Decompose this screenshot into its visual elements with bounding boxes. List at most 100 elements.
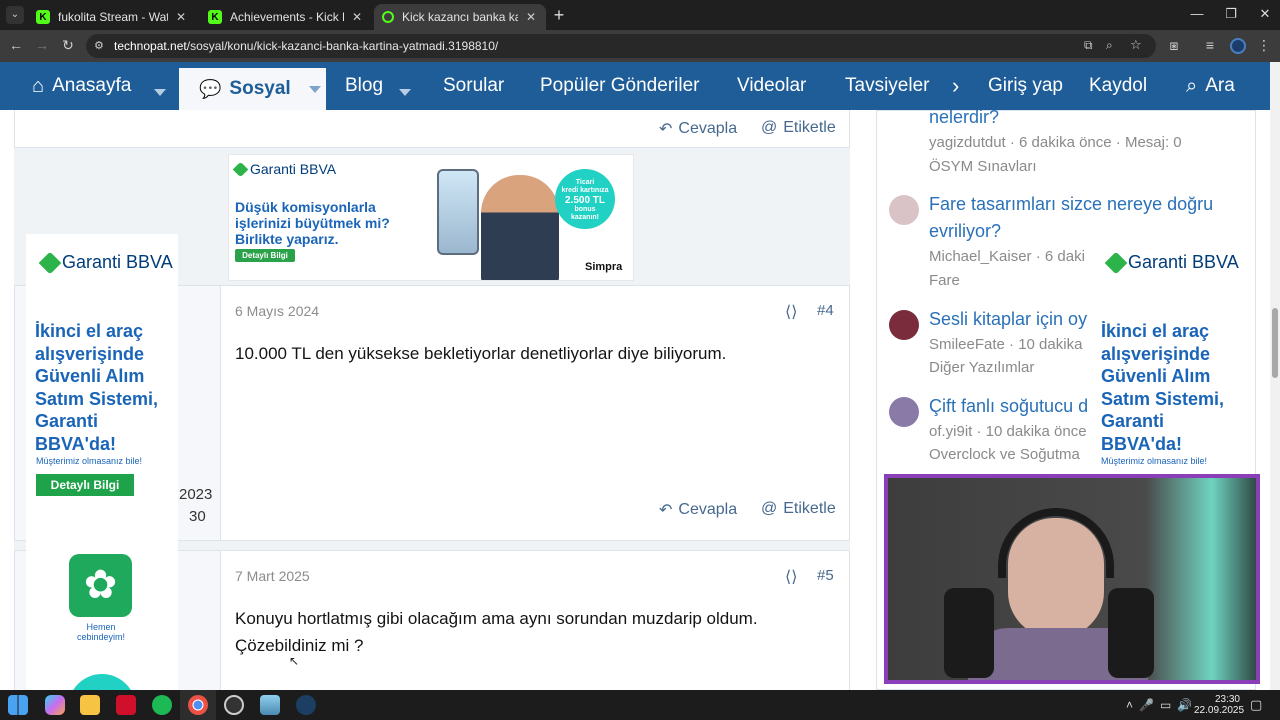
- obs-icon[interactable]: [224, 695, 244, 715]
- share-icon[interactable]: ⟨⟩: [785, 302, 797, 322]
- browser-tab[interactable]: K Achievements - Kick Dashboard ✕: [200, 4, 372, 30]
- nav-popular[interactable]: Popüler Gönderiler: [540, 62, 699, 110]
- close-tab-icon[interactable]: ✕: [174, 10, 188, 24]
- copilot-icon[interactable]: [45, 695, 65, 715]
- nav-social[interactable]: 💬 Sosyal: [179, 68, 326, 110]
- reload-icon[interactable]: ↻: [58, 37, 78, 54]
- back-icon[interactable]: ←: [6, 37, 26, 53]
- avatar[interactable]: [889, 310, 919, 340]
- bbva-leaf-icon: [232, 161, 249, 177]
- url-path: /sosyal/konu/kick-kazanci-banka-kartina-…: [186, 39, 499, 53]
- page-scrollbar[interactable]: [1270, 62, 1280, 690]
- user-joined-year: 2023: [179, 486, 213, 503]
- file-explorer-icon[interactable]: [80, 695, 100, 715]
- browser-toolbar: ← → ↻ ⚙ technopat.net/sosyal/konu/kick-k…: [0, 30, 1280, 62]
- clock-time: 23:30: [1214, 694, 1240, 705]
- bookmark-star-icon[interactable]: ☆: [1130, 37, 1142, 53]
- person-image: [481, 175, 559, 280]
- clock[interactable]: 23:30 22.09.2025: [1194, 694, 1244, 716]
- profile-avatar[interactable]: [1230, 38, 1246, 54]
- app-icon[interactable]: [260, 695, 280, 715]
- sidebar-thread-meta: yagizdutdut · 6 dakika önce · Mesaj: 0: [929, 134, 1182, 151]
- left-ad-cta-button[interactable]: Detaylı Bilgi: [36, 474, 134, 496]
- chair: [1108, 588, 1154, 678]
- zoom-icon[interactable]: ⌕: [1106, 38, 1113, 53]
- browser-tab[interactable]: K fukolita Stream - Watch Live on ✕: [28, 4, 196, 30]
- close-tab-icon[interactable]: ✕: [350, 10, 364, 24]
- tab-search-button[interactable]: ⌄: [6, 6, 24, 24]
- search-icon: ⌕: [1186, 74, 1198, 97]
- nav-home[interactable]: ⌂ Anasayfa: [32, 62, 131, 110]
- chevron-down-icon[interactable]: [154, 89, 166, 96]
- install-icon[interactable]: ⧉: [1084, 38, 1093, 53]
- sidebar-thread-title[interactable]: Sesli kitaplar için oy: [929, 306, 1087, 333]
- system-tray-icons[interactable]: ˄🎤▭🔊: [1126, 698, 1198, 712]
- chevron-down-icon[interactable]: [308, 85, 321, 93]
- maximize-icon[interactable]: ❐: [1216, 6, 1246, 22]
- sidebar-thread-title[interactable]: nelerdir?: [929, 110, 999, 131]
- sidebar-thread-title[interactable]: Fare tasarımları sizce nereye doğru evri…: [929, 191, 1213, 245]
- right-ad[interactable]: Garanti BBVA İkinci el araç alışverişind…: [1094, 242, 1246, 470]
- share-icon[interactable]: ⟨⟩: [785, 567, 797, 587]
- minimize-icon[interactable]: —: [1182, 6, 1212, 21]
- chevron-down-icon[interactable]: [399, 89, 411, 96]
- left-ad-headline: İkinci el araç alışverişinde Güvenli Alı…: [35, 321, 159, 454]
- address-bar[interactable]: ⚙ technopat.net/sosyal/konu/kick-kazanci…: [86, 34, 1156, 58]
- sidebar-thread-meta: of.yi9it · 10 dakika önce: [929, 423, 1087, 440]
- nav-videos[interactable]: Videolar: [737, 62, 806, 110]
- nav-questions[interactable]: Sorular: [443, 62, 504, 110]
- windows-start-icon[interactable]: [8, 695, 28, 715]
- forward-icon[interactable]: →: [32, 37, 52, 53]
- tag-button[interactable]: @ Etiketle: [761, 119, 836, 137]
- sidebar-thread-forum[interactable]: Diğer Yazılımlar: [929, 359, 1034, 376]
- close-tab-icon[interactable]: ✕: [524, 10, 538, 24]
- site-info-icon[interactable]: ⚙: [94, 39, 104, 52]
- left-ad[interactable]: Garanti BBVA İkinci el araç alışverişind…: [26, 234, 178, 690]
- extensions-icon[interactable]: ⧆: [1164, 37, 1184, 54]
- sidebar-thread-title[interactable]: Çift fanlı soğutucu d: [929, 393, 1088, 420]
- kick-icon: K: [208, 10, 222, 24]
- search-button[interactable]: ⌕ Ara: [1186, 62, 1235, 110]
- phone-image: [437, 169, 479, 255]
- mouse-cursor: ↖: [289, 654, 300, 668]
- reply-button[interactable]: ↶ Cevapla: [659, 119, 737, 139]
- spotify-icon[interactable]: [152, 695, 172, 715]
- tag-button[interactable]: @ Etiketle: [761, 500, 836, 518]
- amd-icon[interactable]: [116, 695, 136, 715]
- register-link[interactable]: Kaydol: [1089, 62, 1147, 110]
- reply-button[interactable]: ↶ Cevapla: [659, 500, 737, 520]
- url-host: technopat.net: [114, 39, 187, 53]
- sidebar-thread-forum[interactable]: Fare: [929, 272, 960, 289]
- new-tab-button[interactable]: +: [550, 5, 568, 26]
- sidebar-thread-forum[interactable]: ÖSYM Sınavları: [929, 158, 1037, 175]
- post-message: Konuyu hortlatmış gibi olacağım ama aynı…: [235, 609, 758, 655]
- post-date[interactable]: 6 Mayıs 2024: [235, 303, 319, 319]
- post-number[interactable]: #4: [817, 302, 834, 319]
- active-app-indicator: [180, 690, 216, 720]
- avatar[interactable]: [889, 397, 919, 427]
- clover-app-icon: ✿: [69, 554, 132, 617]
- browser-tab-active[interactable]: Kick kazancı banka kartına yatm ✕: [374, 4, 546, 30]
- post-message: 10.000 TL den yüksekse bekletiyorlar den…: [235, 344, 727, 363]
- sidebar-thread-forum[interactable]: Overclock ve Soğutma: [929, 446, 1080, 463]
- left-ad-decor: [68, 674, 136, 690]
- nav-scroll-right-icon[interactable]: ›: [952, 62, 959, 110]
- post-number[interactable]: #5: [817, 567, 834, 584]
- menu-icon[interactable]: ⋮: [1254, 37, 1274, 54]
- browser-tab-strip: ⌄ K fukolita Stream - Watch Live on ✕ K …: [0, 0, 1280, 30]
- avatar[interactable]: [889, 195, 919, 225]
- banner-cta-button[interactable]: Detaylı Bilgi: [235, 249, 295, 262]
- scrollbar-thumb[interactable]: [1272, 308, 1278, 378]
- post-date[interactable]: 7 Mart 2025: [235, 568, 310, 584]
- bbva-logo: Garanti BBVA: [1104, 251, 1239, 274]
- login-link[interactable]: Giriş yap: [988, 62, 1063, 110]
- close-window-icon[interactable]: ✕: [1250, 6, 1280, 22]
- steam-icon[interactable]: [296, 695, 316, 715]
- notification-icon[interactable]: ▢: [1250, 697, 1262, 713]
- banner-ad[interactable]: Garanti BBVA Düşük komisyonlarla işlerin…: [228, 154, 634, 281]
- at-icon: @: [761, 500, 778, 517]
- nav-recommendations[interactable]: Tavsiyeler: [845, 62, 929, 110]
- media-icon[interactable]: ≡: [1200, 37, 1220, 53]
- loading-icon: [382, 11, 394, 23]
- nav-blog[interactable]: Blog: [345, 62, 383, 110]
